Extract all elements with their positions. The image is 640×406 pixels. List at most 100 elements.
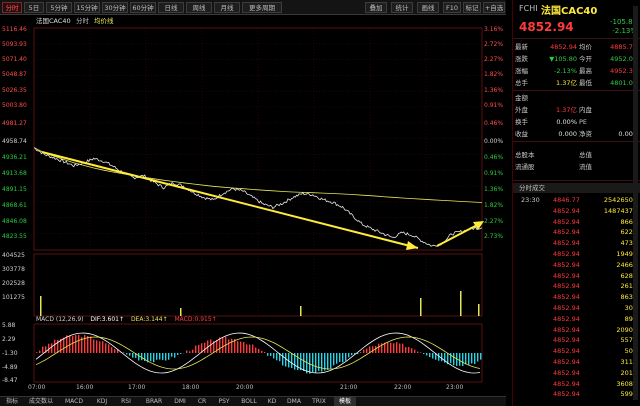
price-tick: 5048.87 xyxy=(2,71,27,78)
tab-daily[interactable]: 日线 xyxy=(158,2,184,13)
tab-weekly[interactable]: 周线 xyxy=(186,2,212,13)
macd-bar xyxy=(264,351,266,353)
tab-dmi[interactable]: DMI xyxy=(170,397,190,406)
draw-line-button[interactable]: 画线 xyxy=(417,2,439,13)
scrollbar[interactable] xyxy=(633,6,638,400)
macd-bar xyxy=(390,342,392,353)
trade-row: 4852.94 6224 xyxy=(513,227,640,237)
tab-cr[interactable]: CR xyxy=(194,397,210,406)
macd-bar xyxy=(270,353,272,356)
macd-bar xyxy=(303,353,305,372)
row-label: 最低 xyxy=(579,79,592,87)
trade-row: 4852.94 500 xyxy=(513,346,640,356)
trade-list-header[interactable]: 分时成交 xyxy=(513,183,640,193)
quote-row: 换手 0.00% PE xyxy=(513,117,640,127)
macd-bar xyxy=(240,341,242,353)
macd-bar xyxy=(198,344,200,353)
tab-brar[interactable]: BRAR xyxy=(142,397,166,406)
macd-bar xyxy=(402,343,404,353)
macd-bar xyxy=(237,341,239,353)
volume-tick: 303778 xyxy=(2,266,25,273)
trade-volume: 3115 xyxy=(620,358,637,366)
price-change: -105.80 xyxy=(609,18,637,26)
trade-row: 4852.94 2618 xyxy=(513,281,640,291)
tab-volume[interactable]: 成交数以 xyxy=(26,397,56,406)
price-tick: 4936.21 xyxy=(2,154,27,161)
tab-fenshi[interactable]: 分时 xyxy=(2,2,22,13)
macd-bar xyxy=(66,335,68,353)
macd-bar xyxy=(246,344,248,353)
tab-30min[interactable]: 30分钟 xyxy=(102,2,128,13)
stats-button[interactable]: 统计 xyxy=(391,2,413,13)
tab-monthly[interactable]: 月线 xyxy=(214,2,240,13)
f10-button[interactable]: F10 xyxy=(443,2,461,13)
index-name-large: 法国CAC40 xyxy=(541,6,598,17)
trade-volume: 2618 xyxy=(620,282,637,291)
price-tick: 5071.40 xyxy=(2,56,27,63)
tab-psy[interactable]: PSY xyxy=(214,397,234,406)
index-name: 法国CAC40 xyxy=(36,17,71,25)
macd-bar xyxy=(372,346,374,353)
tab-template[interactable]: 模板 xyxy=(334,397,356,406)
row-value: 4952.38 xyxy=(610,67,637,75)
macd-bar xyxy=(336,353,338,364)
macd-bar xyxy=(399,343,401,353)
trade-row: 4852.94 6287 xyxy=(513,271,640,281)
tab-5min[interactable]: 5分钟 xyxy=(46,2,72,13)
quote-row: 总手 1.37亿 最低 4801.02 xyxy=(513,78,640,88)
tab-kd[interactable]: KD xyxy=(264,397,280,406)
row-label: 外盘 xyxy=(515,106,528,114)
trade-volume: 892 xyxy=(624,314,637,323)
volume-tick: 101275 xyxy=(2,294,25,301)
macd-bar xyxy=(36,352,38,353)
row-label: 总值 xyxy=(579,151,592,159)
chart-grid xyxy=(33,27,483,383)
macd-bar xyxy=(165,353,167,361)
tab-more-periods[interactable]: 更多周期 xyxy=(242,2,282,13)
macd-tick: -8.47 xyxy=(2,377,18,384)
trade-volume: 500 xyxy=(624,347,637,356)
tab-indicator[interactable]: 指标 xyxy=(2,397,22,406)
tab-15min[interactable]: 15分钟 xyxy=(74,2,100,13)
macd-bar xyxy=(102,341,104,353)
intraday-chart[interactable] xyxy=(0,26,506,396)
macd-bar xyxy=(51,343,53,353)
time-tick: 21:00 xyxy=(340,384,358,391)
trade-price: 4852.94 xyxy=(553,260,580,269)
pct-tick: 0.46% xyxy=(484,120,504,127)
trade-price: 4852.94 xyxy=(553,314,580,323)
macd-bar xyxy=(177,353,179,355)
pct-tick: 0.91% xyxy=(484,170,504,177)
macd-bar xyxy=(132,353,134,358)
volume-tick: 404525 xyxy=(2,252,25,259)
trade-row: 4852.94 14874373 xyxy=(513,206,640,216)
macd-bar xyxy=(345,353,347,361)
add-watchlist-button[interactable]: +自选 xyxy=(483,2,505,13)
mark-button[interactable]: 标记 xyxy=(463,2,481,13)
tab-boll[interactable]: BOLL xyxy=(238,397,260,406)
macd-bar xyxy=(417,351,419,353)
macd-bar xyxy=(315,353,317,373)
macd-bar xyxy=(333,353,335,366)
overlay-button[interactable]: 叠加 xyxy=(365,2,387,13)
row-label: 今开 xyxy=(579,55,592,63)
row-label: 总手 xyxy=(515,79,528,87)
row-label: 内盘 xyxy=(579,106,592,114)
macd-bar xyxy=(93,339,95,353)
tab-macd[interactable]: MACD xyxy=(62,397,86,406)
volume-bar xyxy=(420,298,422,316)
macd-bar xyxy=(195,345,197,353)
row-value: 0.000 xyxy=(558,130,577,138)
macd-bar xyxy=(426,353,428,356)
tab-trix[interactable]: TRIX xyxy=(308,397,330,406)
pct-tick: 2.72% xyxy=(484,41,504,48)
tab-60min[interactable]: 60分钟 xyxy=(130,2,156,13)
trade-row: 4852.94 2017 xyxy=(513,368,640,378)
tab-dma[interactable]: DMA xyxy=(284,397,304,406)
pct-tick: 0.91% xyxy=(484,102,504,109)
tab-kdj[interactable]: KDJ xyxy=(92,397,112,406)
trade-price: 4852.94 xyxy=(553,358,580,366)
row-label: 流值 xyxy=(579,163,592,171)
tab-rsi[interactable]: RSI xyxy=(116,397,136,406)
tab-5day[interactable]: 5日 xyxy=(24,2,44,13)
